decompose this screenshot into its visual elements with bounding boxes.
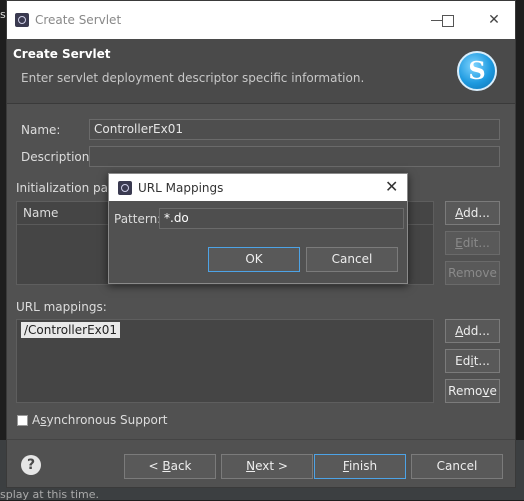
close-icon: ✕ [488,12,500,28]
async-support-checkbox[interactable] [17,415,28,426]
name-field[interactable]: ControllerEx01 [89,119,500,140]
next-button[interactable]: Next > [221,454,313,479]
close-button[interactable]: ✕ [479,9,509,31]
async-support-label[interactable]: Asynchronous Support [32,413,167,427]
url-mappings-label: URL mappings: [16,300,107,314]
init-remove-button[interactable]: Remove [445,261,500,285]
eclipse-app-icon [15,13,29,27]
name-label: Name: [21,123,61,137]
url-mappings-list[interactable]: /ControllerEx01 [16,319,434,403]
cancel-button[interactable]: Cancel [411,454,503,479]
url-mapping-item[interactable]: /ControllerEx01 [21,322,121,338]
url-mappings-title: URL Mappings [138,181,224,195]
init-params-label: Initialization para [16,181,121,195]
title-bar: Create Servlet ✕ [7,1,515,39]
footer-divider [7,439,515,440]
maximize-button[interactable] [432,9,462,31]
column-header-name: Name [23,206,59,220]
maximize-icon [442,15,454,27]
pattern-input[interactable]: *.do [159,208,404,229]
description-label: Description: [21,150,94,164]
url-remove-button[interactable]: Remove [445,379,500,403]
window-title: Create Servlet [35,13,122,27]
description-field[interactable] [89,146,500,167]
page-description: Enter servlet deployment descriptor spec… [21,71,365,85]
init-edit-button[interactable]: Edit... [445,231,500,255]
ok-button[interactable]: OK [208,247,300,272]
subdialog-cancel-button[interactable]: Cancel [306,247,398,272]
eclipse-app-icon [118,181,132,195]
background-status-text: splay at this time. [0,488,99,501]
wizard-banner: Create Servlet Enter servlet deployment … [7,39,515,104]
pattern-label: Pattern: [114,212,162,226]
init-add-button[interactable]: Add... [445,201,500,225]
back-button[interactable]: < Back [124,454,216,479]
url-mappings-close-icon[interactable]: ✕ [385,177,398,196]
url-edit-button[interactable]: Edit... [445,349,500,373]
url-mappings-dialog: URL Mappings ✕ Pattern: *.do OK Cancel [108,173,408,284]
url-add-button[interactable]: Add... [445,319,500,343]
page-title: Create Servlet [13,47,111,61]
url-mappings-title-bar: URL Mappings ✕ [109,174,407,201]
servlet-logo-icon: S [457,51,497,91]
help-icon[interactable]: ? [21,455,41,475]
finish-button[interactable]: Finish [314,454,406,479]
